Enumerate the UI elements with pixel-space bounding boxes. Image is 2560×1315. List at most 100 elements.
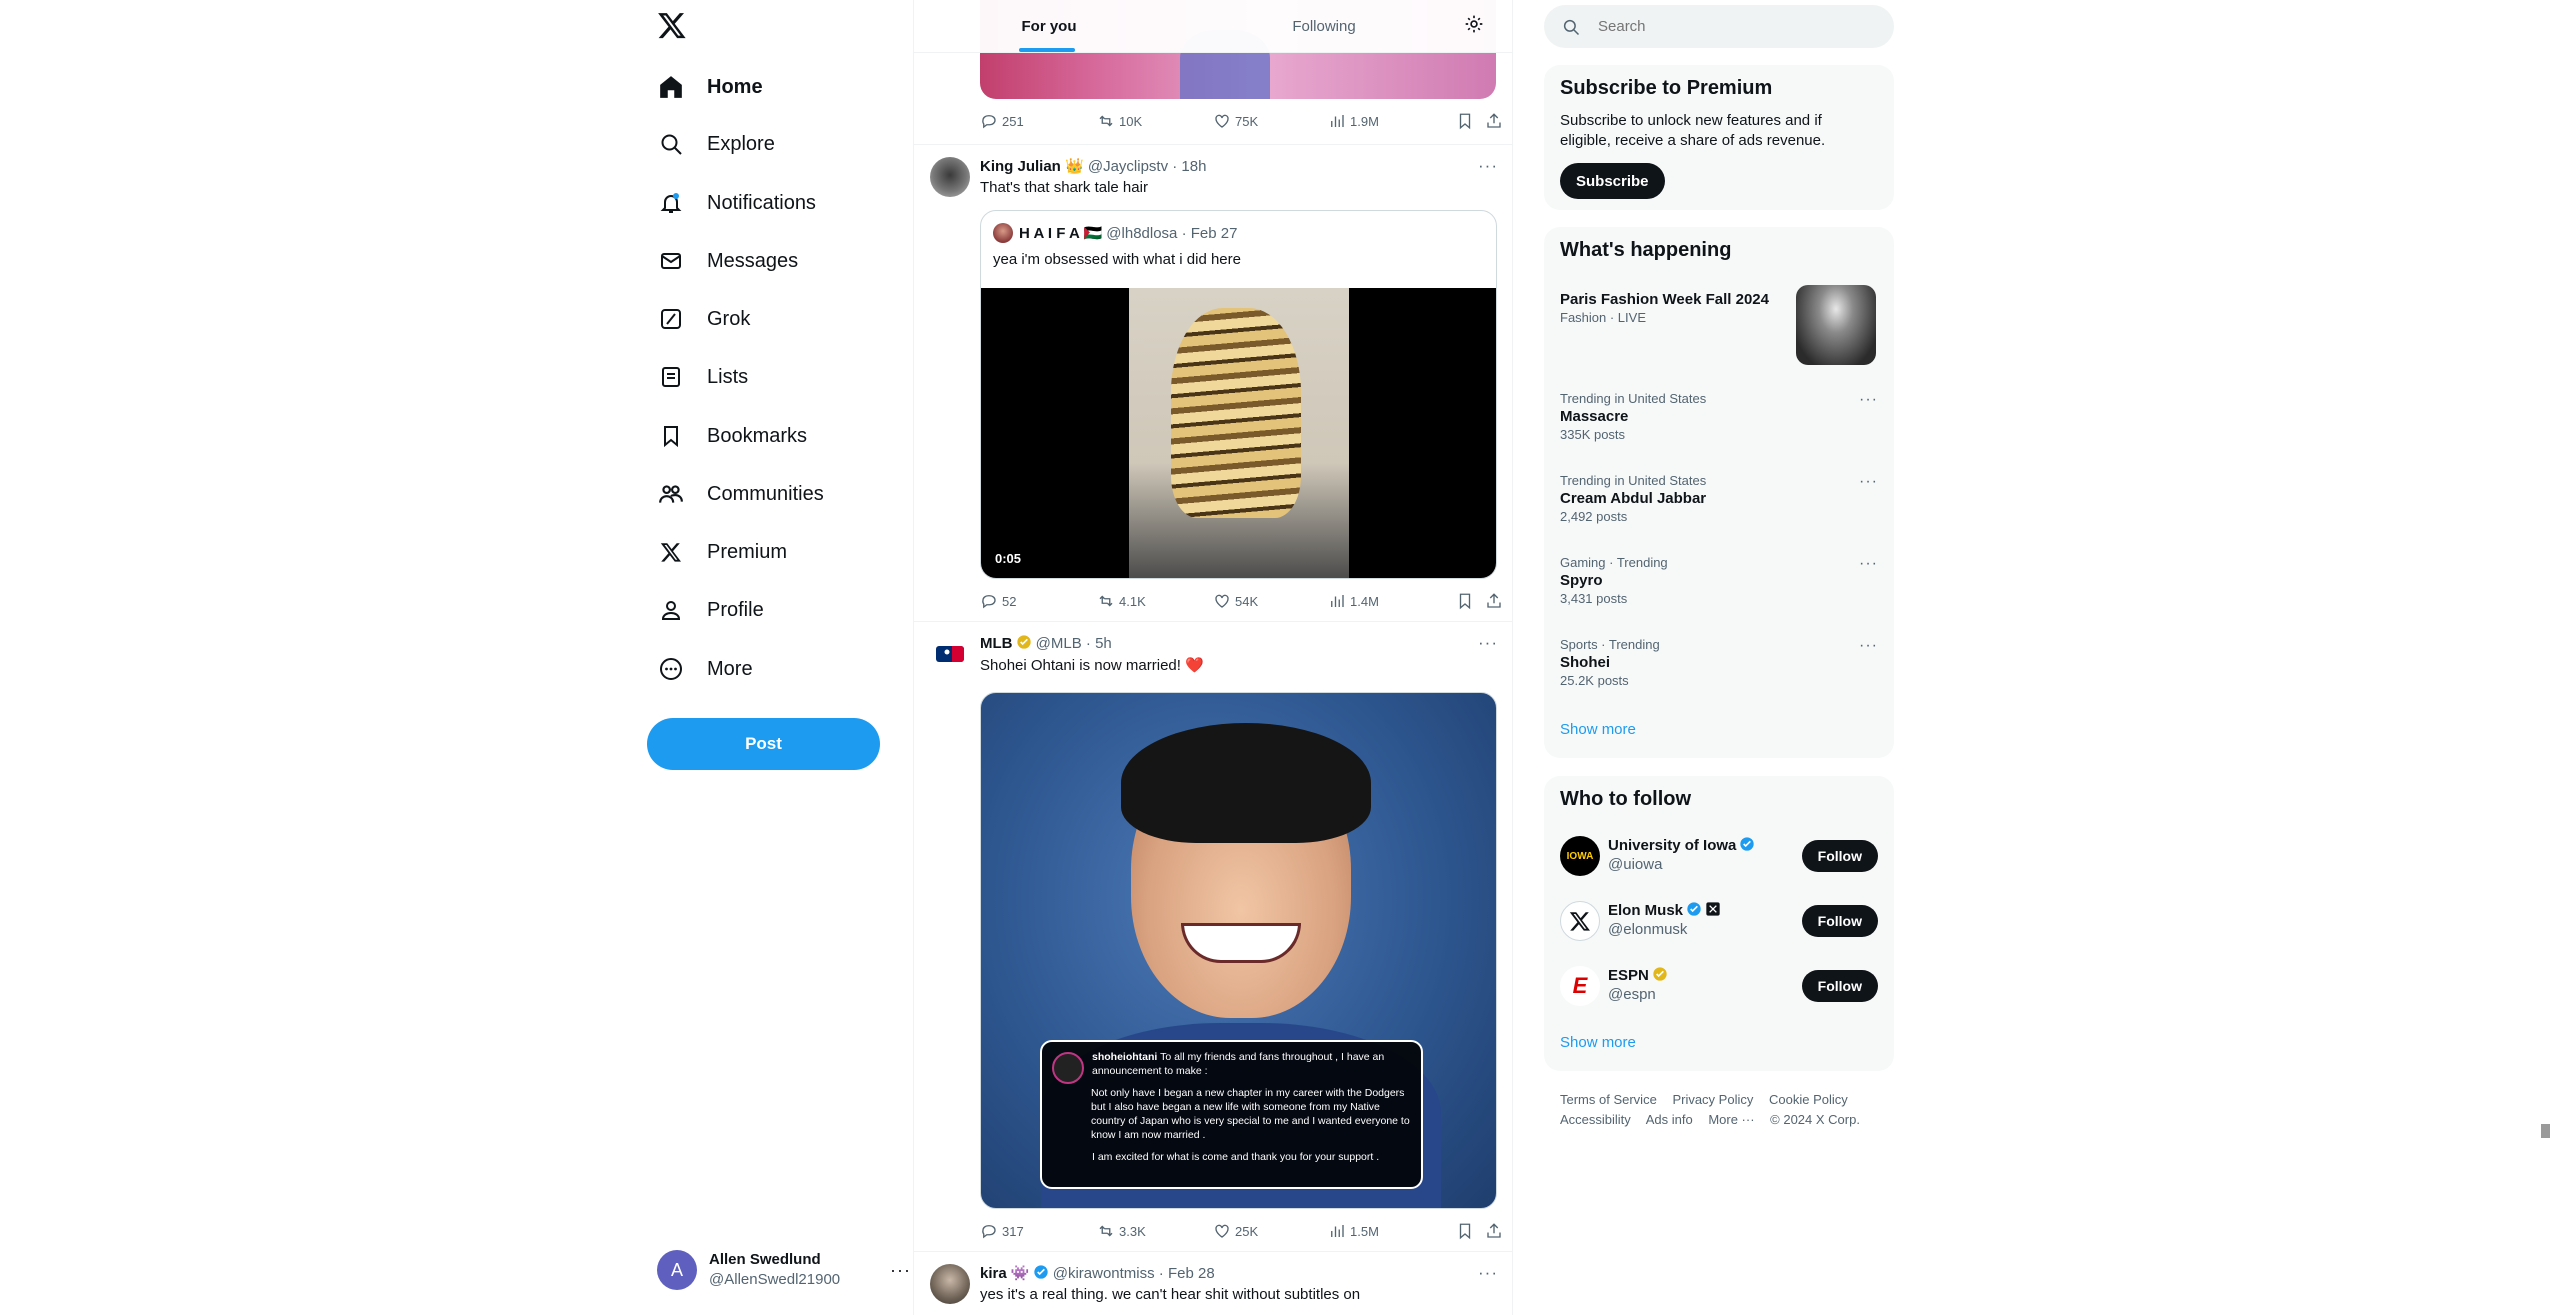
- author-meta[interactable]: @kirawontmiss · Feb 28: [1053, 1265, 1215, 1282]
- follow-suggestion[interactable]: E ESPN @espn Follow: [1560, 962, 1878, 1010]
- like-button[interactable]: 75K: [1213, 111, 1258, 131]
- reply-button[interactable]: 317: [980, 1221, 1024, 1241]
- author-name[interactable]: kira 👾: [980, 1265, 1030, 1282]
- like-button[interactable]: 25K: [1213, 1221, 1258, 1241]
- nav-explore[interactable]: Explore: [657, 121, 775, 167]
- trend-image[interactable]: [1796, 285, 1876, 365]
- nav-label: Home: [707, 75, 763, 98]
- reply-icon: [982, 1225, 996, 1239]
- active-tab-indicator: [1019, 48, 1075, 52]
- instagram-post-card: shoheiohtani To all my friends and fans …: [1040, 1040, 1423, 1189]
- author-meta[interactable]: @Jayclipstv · 18h: [1088, 158, 1207, 175]
- avatar[interactable]: [930, 1264, 970, 1304]
- nav-bookmarks[interactable]: Bookmarks: [657, 413, 807, 459]
- more-horizontal-icon[interactable]: ···: [1859, 555, 1878, 573]
- video-player[interactable]: 0:05: [981, 288, 1496, 578]
- more-horizontal-icon[interactable]: ···: [1478, 1263, 1498, 1283]
- views-button[interactable]: 1.9M: [1328, 111, 1379, 131]
- nav-profile[interactable]: Profile: [657, 587, 764, 633]
- follow-suggestion[interactable]: Elon Musk @elonmusk Follow: [1560, 897, 1878, 945]
- reply-button[interactable]: 52: [980, 591, 1016, 611]
- nav-lists[interactable]: Lists: [657, 354, 748, 400]
- like-button[interactable]: 54K: [1213, 591, 1258, 611]
- follow-suggestion[interactable]: IOWA University of Iowa @uiowa Follow: [1560, 832, 1878, 880]
- bookmark-button[interactable]: [1456, 111, 1474, 131]
- list-icon: [657, 363, 685, 391]
- section-title: What's happening: [1560, 239, 1732, 261]
- more-horizontal-icon[interactable]: ···: [890, 1260, 911, 1281]
- follow-button[interactable]: Follow: [1801, 905, 1878, 937]
- trend-item[interactable]: Trending in United States Massacre 335K …: [1560, 391, 1878, 442]
- verified-badge-icon: [1016, 634, 1032, 650]
- bookmark-button[interactable]: [1456, 591, 1474, 611]
- x-logo-icon[interactable]: [657, 10, 691, 44]
- reply-icon: [982, 115, 996, 129]
- nav-label: Notifications: [707, 191, 816, 214]
- account-switcher[interactable]: A Allen Swedlund @AllenSwedl21900 ···: [657, 1245, 910, 1295]
- more-horizontal-icon[interactable]: ···: [1859, 391, 1878, 409]
- mlb-logo-icon[interactable]: [930, 634, 970, 674]
- more-horizontal-icon[interactable]: ···: [1859, 473, 1878, 491]
- trend-item[interactable]: Gaming · Trending Spyro 3,431 posts ···: [1560, 555, 1878, 606]
- views-button[interactable]: 1.5M: [1328, 1221, 1379, 1241]
- footer-link[interactable]: Accessibility: [1560, 1112, 1631, 1127]
- follow-button[interactable]: Follow: [1801, 840, 1878, 872]
- share-button[interactable]: [1485, 1221, 1503, 1241]
- tweet[interactable]: King Julian 👑 @Jayclipstv · 18h ··· That…: [914, 145, 1512, 622]
- share-button[interactable]: [1485, 111, 1503, 131]
- copyright: © 2024 X Corp.: [1770, 1112, 1860, 1127]
- search-input[interactable]: [1596, 17, 1856, 36]
- nav-premium[interactable]: Premium: [657, 529, 787, 575]
- scrollbar-thumb[interactable]: [2541, 1124, 2550, 1138]
- reply-button[interactable]: 251: [980, 111, 1024, 131]
- gear-icon[interactable]: [1464, 14, 1488, 38]
- footer-link[interactable]: Cookie Policy: [1769, 1092, 1848, 1107]
- nav-notifications[interactable]: Notifications: [657, 180, 816, 226]
- heart-icon: [1215, 1224, 1229, 1238]
- trend-item[interactable]: Trending in United States Cream Abdul Ja…: [1560, 473, 1878, 524]
- nav-home[interactable]: Home: [657, 64, 763, 110]
- more-horizontal-icon[interactable]: ···: [1859, 637, 1878, 655]
- author-name[interactable]: King Julian 👑: [980, 158, 1084, 175]
- show-more-link[interactable]: Show more: [1560, 1034, 1636, 1051]
- avatar[interactable]: [930, 157, 970, 197]
- footer-link[interactable]: More ···: [1708, 1112, 1754, 1127]
- repost-button[interactable]: 10K: [1097, 111, 1142, 131]
- subscribe-button[interactable]: Subscribe: [1560, 163, 1665, 199]
- share-icon: [1487, 593, 1501, 608]
- quoted-tweet[interactable]: H A I F A 🇵🇸 @lh8dlosa · Feb 27 yea i'm …: [980, 210, 1497, 579]
- footer-link[interactable]: Terms of Service: [1560, 1092, 1657, 1107]
- nav-grok[interactable]: Grok: [657, 296, 750, 342]
- nav-label: Grok: [707, 307, 751, 330]
- trend-item[interactable]: Sports · Trending Shohei 25.2K posts ···: [1560, 637, 1878, 688]
- more-horizontal-icon[interactable]: ···: [1478, 156, 1498, 176]
- tweet[interactable]: kira 👾 @kirawontmiss · Feb 28 ··· yes it…: [914, 1252, 1512, 1315]
- more-horizontal-icon[interactable]: ···: [1478, 633, 1498, 653]
- tab-following[interactable]: Following: [1184, 0, 1464, 53]
- repost-button[interactable]: 3.3K: [1097, 1221, 1146, 1241]
- follow-button[interactable]: Follow: [1801, 970, 1878, 1002]
- author-meta[interactable]: @MLB · 5h: [1036, 635, 1112, 652]
- nav-label: Profile: [707, 598, 764, 621]
- tab-for-you[interactable]: For you: [914, 0, 1184, 53]
- repost-button[interactable]: 4.1K: [1097, 591, 1146, 611]
- premium-title: Subscribe to Premium: [1560, 77, 1773, 99]
- footer-link[interactable]: Privacy Policy: [1672, 1092, 1753, 1107]
- bookmark-button[interactable]: [1456, 1221, 1474, 1241]
- show-more-link[interactable]: Show more: [1560, 721, 1636, 738]
- author-name[interactable]: MLB: [980, 635, 1013, 652]
- tweet-actions: 251 10K 75K 1.9M: [980, 111, 1503, 131]
- nav-more[interactable]: More: [657, 646, 753, 692]
- post-button[interactable]: Post: [647, 718, 880, 770]
- trend-item-featured[interactable]: Paris Fashion Week Fall 2024 Fashion · L…: [1560, 289, 1790, 325]
- nav-messages[interactable]: Messages: [657, 238, 798, 284]
- views-button[interactable]: 1.4M: [1328, 591, 1379, 611]
- tweet-photo[interactable]: shoheiohtani To all my friends and fans …: [980, 692, 1497, 1209]
- tweet[interactable]: MLB @MLB · 5h ··· Shohei Ohtani is now m…: [914, 622, 1512, 1252]
- tweet-actions: 52 4.1K 54K 1.4M: [980, 591, 1503, 611]
- footer-link[interactable]: Ads info: [1646, 1112, 1693, 1127]
- tweet-actions: 317 3.3K 25K 1.5M: [980, 1221, 1503, 1241]
- nav-communities[interactable]: Communities: [657, 471, 824, 517]
- search-bar[interactable]: [1544, 5, 1894, 48]
- share-button[interactable]: [1485, 591, 1503, 611]
